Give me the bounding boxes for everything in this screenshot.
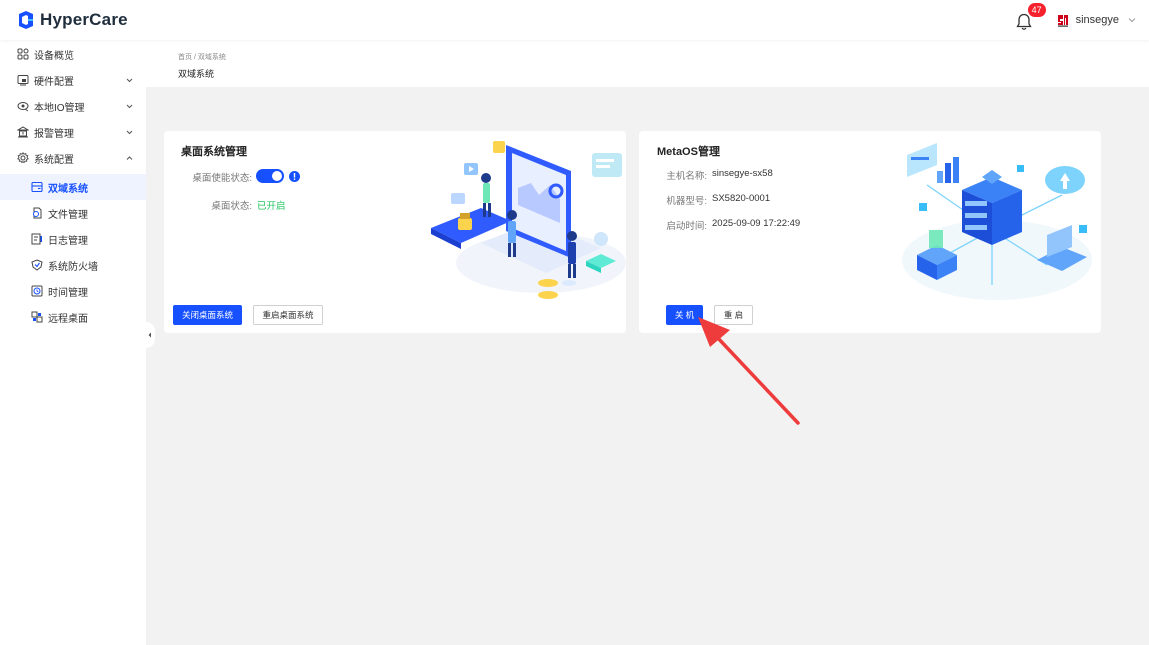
sidebar-item-label: 报警管理 xyxy=(34,128,74,140)
breadcrumb-bar: 首页 / 双域系统 双域系统 xyxy=(146,40,1149,87)
boot-time-label: 启动时间: xyxy=(666,221,707,232)
sidebar-item-time[interactable]: 时间管理 xyxy=(0,278,146,304)
desktop-status-label: 桌面状态: xyxy=(211,201,252,212)
host-name-label: 主机名称: xyxy=(666,171,707,182)
breadcrumb[interactable]: 首页 / 双域系统 xyxy=(178,52,226,62)
log-icon xyxy=(31,233,42,245)
sidebar-item-label: 双域系统 xyxy=(48,183,88,195)
sidebar-item-label: 设备概览 xyxy=(34,50,74,62)
chevron-up-icon xyxy=(126,155,133,160)
sidebar-item-label: 远程桌面 xyxy=(48,313,88,325)
restart-desktop-button[interactable]: 重启桌面系统 xyxy=(253,305,323,325)
boot-time-value: 2025-09-09 17:22:49 xyxy=(712,218,801,229)
clock-icon xyxy=(31,285,43,297)
dual-domain-icon xyxy=(31,181,43,193)
machine-model-label: 机器型号: xyxy=(666,196,707,207)
alarm-icon xyxy=(17,126,29,138)
sidebar-item-label: 文件管理 xyxy=(48,209,88,221)
sidebar-item-dual-domain[interactable]: 双域系统 xyxy=(0,174,146,200)
file-icon xyxy=(33,207,42,219)
sidebar-item-local-io[interactable]: 本地IO管理 xyxy=(0,93,146,119)
sidebar-item-label: 硬件配置 xyxy=(34,76,74,88)
logo-text: HyperCare xyxy=(40,10,128,29)
chevron-down-icon xyxy=(126,130,133,134)
settings-icon xyxy=(17,152,29,164)
card-title: 桌面系统管理 xyxy=(181,146,247,158)
close-desktop-button[interactable]: 关闭桌面系统 xyxy=(173,305,242,325)
desktop-enable-toggle[interactable] xyxy=(256,169,284,183)
io-icon xyxy=(17,102,29,112)
machine-model-value: SX5820-0001 xyxy=(712,193,771,204)
grid-icon xyxy=(17,48,29,60)
sidebar-item-label: 本地IO管理 xyxy=(34,102,85,114)
top-header: HyperCare 47 sinsegye xyxy=(0,0,1149,40)
chevron-down-icon xyxy=(126,104,133,108)
chevron-down-icon[interactable] xyxy=(1127,15,1137,25)
sidebar-item-label: 日志管理 xyxy=(48,235,88,247)
server-illustration xyxy=(902,143,1092,300)
card-title: MetaOS管理 xyxy=(657,146,720,158)
hypercare-logo-icon xyxy=(19,11,33,29)
username[interactable]: sinsegye xyxy=(1076,14,1119,26)
chevron-down-icon xyxy=(126,78,133,82)
remote-desktop-icon xyxy=(31,311,43,323)
sidebar-collapse-toggle[interactable] xyxy=(146,322,155,348)
sidebar-item-label: 系统配置 xyxy=(34,154,74,166)
sidebar-item-remote-desktop[interactable]: 远程桌面 xyxy=(0,304,146,330)
sidebar-item-device-overview[interactable]: 设备概览 xyxy=(0,41,146,67)
user-avatar-icon[interactable] xyxy=(1055,13,1070,27)
sidebar-item-system-config[interactable]: 系统配置 xyxy=(0,145,146,171)
bell-icon xyxy=(1015,13,1032,30)
info-icon[interactable] xyxy=(289,170,300,182)
sidebar-item-label: 时间管理 xyxy=(48,287,88,299)
annotation-arrow-icon xyxy=(698,317,800,425)
sidebar-item-label: 系统防火墙 xyxy=(48,261,98,273)
sidebar-item-firewall[interactable]: 系统防火墙 xyxy=(0,252,146,278)
desktop-illustration xyxy=(431,141,626,299)
sidebar-item-log[interactable]: 日志管理 xyxy=(0,226,146,252)
desktop-enable-label: 桌面使能状态: xyxy=(192,173,252,184)
desktop-status-value: 已开启 xyxy=(257,201,286,212)
desktop-system-card: 桌面系统管理 桌面使能状态: 桌面状态: 已开启 关闭桌面系统 重启桌面系统 xyxy=(164,131,626,333)
caret-left-icon xyxy=(148,332,151,338)
sidebar-item-hardware-config[interactable]: 硬件配置 xyxy=(0,67,146,93)
sidebar: 设备概览 硬件配置 本地IO管理 报警管理 系统配置 双域系统 文件管理 日志管… xyxy=(0,40,146,645)
host-name-value: sinsegye-sx58 xyxy=(712,168,773,179)
logo[interactable]: HyperCare xyxy=(16,8,128,32)
firewall-icon xyxy=(31,259,43,271)
page-title: 双域系统 xyxy=(178,69,215,79)
notification-bell[interactable]: 47 xyxy=(1015,3,1046,30)
hardware-icon xyxy=(17,75,29,86)
sidebar-item-alarm[interactable]: 报警管理 xyxy=(0,119,146,145)
sidebar-item-file[interactable]: 文件管理 xyxy=(0,200,146,226)
notification-badge: 47 xyxy=(1027,3,1046,17)
